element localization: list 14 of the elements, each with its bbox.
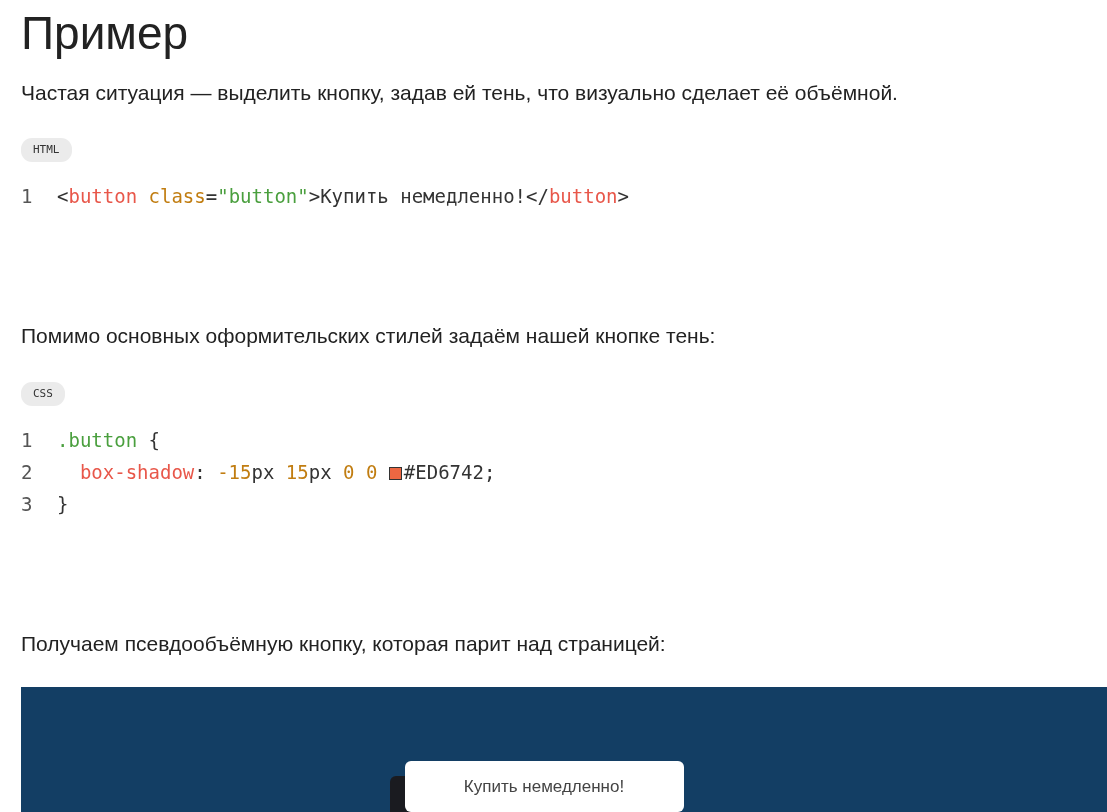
line-number: 1	[21, 184, 34, 210]
page-heading: Пример	[21, 8, 190, 59]
code-line: <button class="button">Купить немедленно!</button>	[57, 184, 629, 210]
line-number: 1	[21, 428, 34, 454]
line-number: 3	[21, 492, 34, 518]
code-line: box-shadow: -15px 15px 0 0 #ED6742;	[78, 460, 496, 486]
language-tag: CSS	[21, 381, 65, 407]
code-line: }	[57, 492, 69, 518]
paragraph: Частая ситуация — выделить кнопку, задав ей тень, что визуально сделает её объёмной.	[21, 79, 899, 106]
paragraph: Получаем псевдообъёмную кнопку, которая парит над страницей:	[21, 631, 667, 658]
code-line: .button {	[57, 428, 160, 454]
language-tag: HTML	[21, 137, 72, 163]
paragraph: Помимо основных оформительских стилей задаём нашей кнопке тень:	[21, 323, 717, 350]
line-number: 2	[21, 460, 34, 486]
